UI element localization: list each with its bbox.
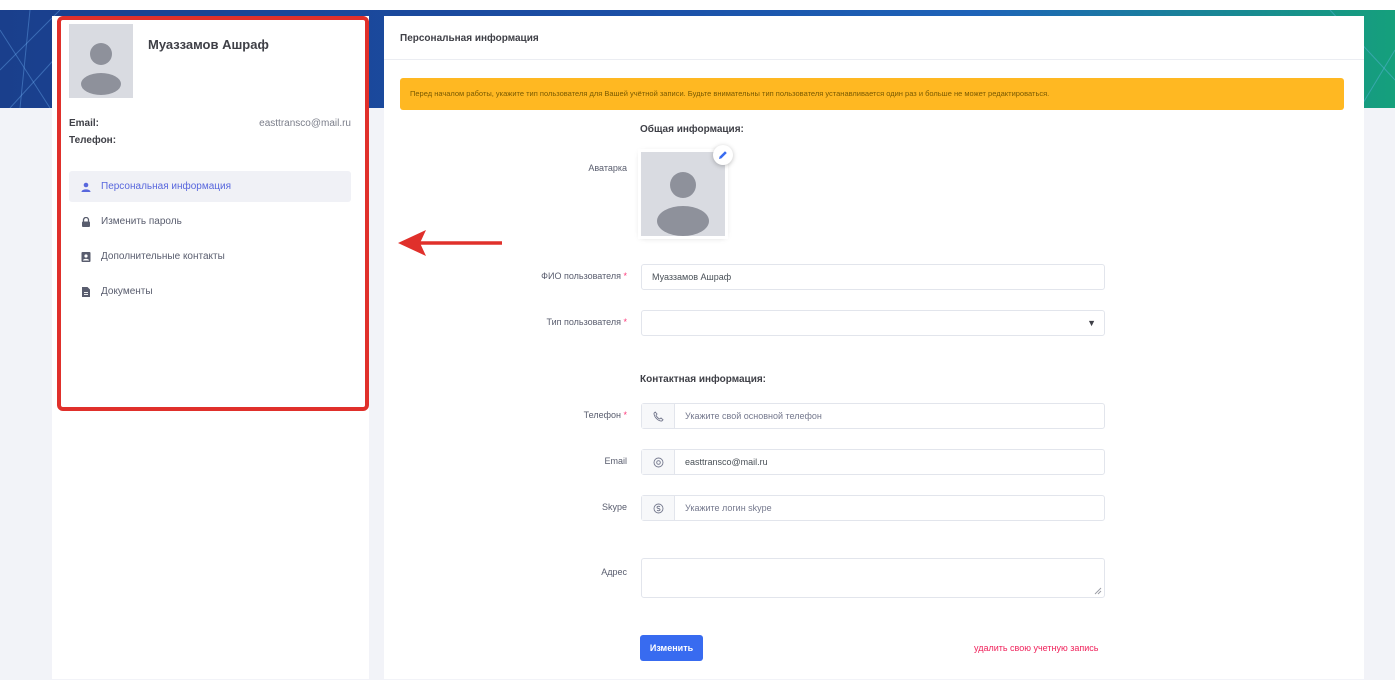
email-field-label: Email: [604, 456, 627, 466]
avatar-placeholder-icon: [657, 172, 709, 236]
skype-placeholder: Укажите логин skype: [685, 503, 772, 513]
user-name: Муаззамов Ашраф: [148, 37, 269, 52]
address-textarea[interactable]: [641, 558, 1105, 598]
phone-label: Телефон:: [69, 135, 117, 146]
phone-label-text: Телефон: [583, 410, 621, 420]
nav-item-label: Персональная информация: [101, 181, 232, 192]
caret-down-icon: ▼: [1087, 318, 1096, 328]
document-icon: [81, 286, 91, 297]
nav-item-label: Изменить пароль: [101, 216, 182, 227]
submit-button[interactable]: Изменить: [640, 635, 703, 661]
nav-item-label: Дополнительные контакты: [101, 251, 225, 262]
nav-item-additional-contacts[interactable]: Дополнительные контакты: [69, 241, 351, 272]
bottom-strip: [0, 680, 1395, 686]
user-type-label-text: Тип пользователя: [546, 317, 621, 327]
general-info-title: Общая информация:: [640, 124, 744, 135]
phone-row: Телефон:: [69, 135, 351, 146]
annotation-arrow-icon: [398, 230, 502, 256]
fio-label: ФИО пользователя *: [541, 271, 627, 281]
resize-handle-icon[interactable]: [1094, 587, 1102, 595]
nav-item-documents[interactable]: Документы: [69, 276, 351, 307]
email-row: Email: easttransco@mail.ru: [69, 118, 351, 129]
page-title: Персональная информация: [400, 33, 539, 44]
profile-avatar: [69, 24, 133, 98]
skype-field-label: Skype: [601, 502, 627, 512]
email-input[interactable]: easttransco@mail.ru: [641, 449, 1105, 475]
contact-info-title: Контактная информация:: [640, 374, 767, 385]
at-sign-icon: [642, 450, 675, 474]
avatar-edit-button[interactable]: [713, 145, 733, 165]
phone-icon: [642, 404, 675, 428]
profile-nav: Персональная информация Изменить пароль …: [69, 171, 351, 311]
phone-field-label: Телефон *: [584, 410, 627, 420]
user-type-alert: Перед началом работы, укажите тип пользо…: [400, 78, 1344, 110]
avatar-upload[interactable]: [641, 152, 725, 236]
contact-card-icon: [81, 251, 91, 262]
nav-item-personal-info[interactable]: Персональная информация: [69, 171, 351, 202]
nav-item-label: Документы: [101, 286, 153, 297]
pencil-icon: [719, 151, 727, 159]
user-type-select[interactable]: ▼: [641, 310, 1105, 336]
email-label: Email:: [69, 118, 100, 129]
user-type-label: Тип пользователя *: [546, 317, 627, 327]
top-strip: [0, 0, 1395, 10]
nav-item-change-password[interactable]: Изменить пароль: [69, 206, 351, 237]
address-field-label: Адрес: [601, 567, 627, 577]
email-value: easttransco@mail.ru: [685, 457, 768, 467]
skype-icon: [642, 496, 675, 520]
skype-input[interactable]: Укажите логин skype: [641, 495, 1105, 521]
avatar-label: Аватарка: [588, 163, 627, 173]
fio-input[interactable]: Муаззамов Ашраф: [641, 264, 1105, 290]
user-icon: [81, 182, 91, 192]
email-value: easttransco@mail.ru: [259, 118, 351, 129]
profile-card: [52, 16, 369, 679]
phone-placeholder: Укажите свой основной телефон: [685, 411, 822, 421]
fio-label-text: ФИО пользователя: [541, 271, 621, 281]
required-mark: *: [623, 317, 627, 327]
required-mark: *: [623, 271, 627, 281]
avatar-placeholder-icon: [81, 43, 121, 95]
lock-icon: [81, 216, 91, 227]
delete-account-link[interactable]: удалить свою учетную запись: [974, 643, 1098, 653]
required-mark: *: [623, 410, 627, 420]
phone-input[interactable]: Укажите свой основной телефон: [641, 403, 1105, 429]
